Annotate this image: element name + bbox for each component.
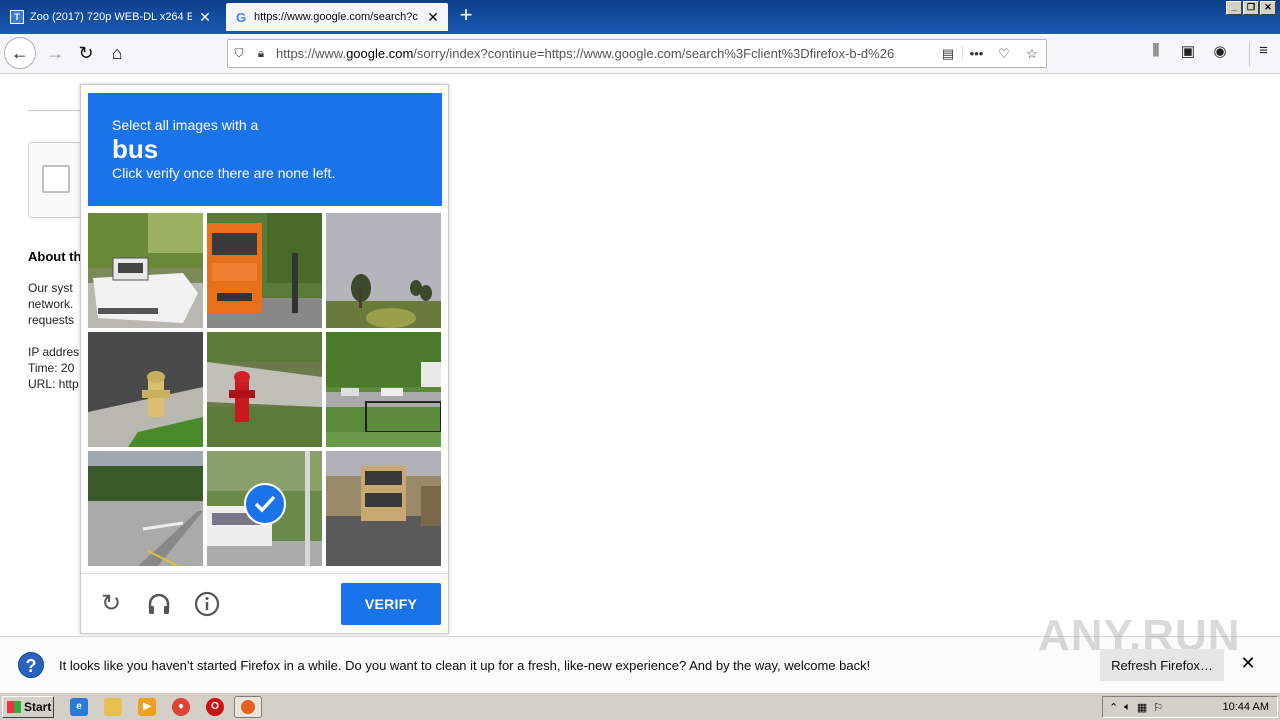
new-tab-button[interactable]: + bbox=[454, 4, 478, 28]
captcha-instructions: Select all images with a bus Click verif… bbox=[88, 93, 442, 206]
flag-icon[interactable]: ⚐ bbox=[1153, 701, 1163, 714]
body-text: requests bbox=[28, 313, 75, 327]
bookmark-star-icon[interactable]: ☆ bbox=[1018, 46, 1046, 62]
home-button[interactable]: ⌂ bbox=[102, 38, 132, 68]
start-label: Start bbox=[24, 700, 52, 714]
image-tile[interactable] bbox=[207, 332, 322, 447]
image-tile[interactable] bbox=[88, 451, 203, 566]
firefox-taskbar-button[interactable] bbox=[234, 696, 262, 718]
page-content: About th Our syst network. requests IP a… bbox=[0, 74, 1280, 636]
url-text[interactable]: https://www.google.com/sorry/index?conti… bbox=[276, 46, 934, 61]
pocket-icon[interactable]: ♡ bbox=[990, 46, 1018, 62]
recaptcha-checkbox[interactable] bbox=[42, 165, 70, 193]
body-text: Time: 20 bbox=[28, 361, 75, 375]
close-tab-icon[interactable]: ✕ bbox=[426, 9, 440, 26]
image-tile[interactable] bbox=[326, 213, 441, 328]
shield-icon[interactable]: ⛉ bbox=[228, 46, 250, 61]
window-controls: _ ❐ ✕ bbox=[1226, 1, 1276, 15]
restore-button[interactable]: ❐ bbox=[1243, 1, 1259, 15]
reload-button[interactable]: ↻ bbox=[71, 38, 101, 68]
palm-trees-image bbox=[326, 213, 441, 328]
navigation-toolbar: ← → ↻ ⌂ ⛉ 🔒︎ https://www.google.com/sorr… bbox=[0, 34, 1280, 74]
close-window-button[interactable]: ✕ bbox=[1260, 1, 1276, 15]
about-heading: About th bbox=[28, 249, 82, 264]
chrome-icon[interactable]: ● bbox=[172, 698, 190, 716]
checkmark-icon bbox=[244, 483, 286, 525]
bus-image bbox=[207, 213, 322, 328]
captcha-challenge: Select all images with a bus Click verif… bbox=[80, 84, 449, 634]
body-text: URL: http bbox=[28, 377, 79, 391]
body-text: IP addres bbox=[28, 345, 80, 359]
reader-view-icon[interactable]: ▤ bbox=[934, 46, 962, 62]
fire-hydrant-image bbox=[88, 332, 203, 447]
notification-bar: ANY.RUN ? It looks like you haven’t star… bbox=[0, 611, 1280, 692]
notification-text: It looks like you haven’t started Firefo… bbox=[59, 658, 871, 673]
tab-label: https://www.google.com/search?c bbox=[254, 11, 418, 23]
instruction-text: Select all images with a bbox=[112, 117, 259, 133]
captcha-footer: ↻ VERIFY bbox=[81, 573, 448, 634]
expand-tray-icon[interactable]: ⌃ bbox=[1109, 701, 1118, 714]
tab-label: Zoo (2017) 720p WEB-DL x264 ES bbox=[30, 11, 192, 23]
body-text: network. bbox=[28, 297, 74, 311]
address-bar[interactable]: ⛉ 🔒︎ https://www.google.com/sorry/index?… bbox=[227, 39, 1047, 68]
instruction-text: Click verify once there are none left. bbox=[112, 165, 336, 181]
question-icon: ? bbox=[18, 652, 44, 678]
refresh-firefox-button[interactable]: Refresh Firefox… bbox=[1100, 649, 1224, 681]
street-image bbox=[326, 332, 441, 447]
google-icon: G bbox=[235, 9, 247, 25]
account-icon[interactable]: ◉ bbox=[1208, 42, 1232, 66]
media-player-icon[interactable]: ▶ bbox=[138, 698, 156, 716]
tab-strip: T Zoo (2017) 720p WEB-DL x264 ES ✕ G htt… bbox=[0, 0, 1280, 34]
image-tile-selected[interactable] bbox=[207, 451, 322, 566]
divider bbox=[28, 110, 88, 111]
start-button[interactable]: Start bbox=[2, 696, 54, 718]
image-tile[interactable] bbox=[88, 332, 203, 447]
image-grid bbox=[88, 213, 442, 567]
ie-icon[interactable]: e bbox=[70, 698, 88, 716]
back-button[interactable]: ← bbox=[4, 37, 36, 69]
sidebar-icon[interactable]: ▣ bbox=[1176, 42, 1200, 66]
tab-google[interactable]: G https://www.google.com/search?c ✕ bbox=[226, 3, 448, 31]
page-actions-icon[interactable]: ••• bbox=[962, 46, 990, 61]
network-icon[interactable]: ▦ bbox=[1137, 701, 1147, 714]
image-tile[interactable] bbox=[326, 332, 441, 447]
target-object: bus bbox=[112, 134, 159, 164]
tab-zoo[interactable]: T Zoo (2017) 720p WEB-DL x264 ES ✕ bbox=[2, 3, 220, 31]
verify-button[interactable]: VERIFY bbox=[341, 583, 441, 625]
road-image bbox=[88, 451, 203, 566]
headphones-icon[interactable] bbox=[145, 590, 173, 618]
opera-icon[interactable]: O bbox=[206, 698, 224, 716]
bus-image bbox=[326, 451, 441, 566]
recaptcha-widget bbox=[28, 142, 88, 218]
close-tab-icon[interactable]: ✕ bbox=[198, 9, 212, 26]
boat-image bbox=[88, 213, 203, 328]
forward-button[interactable]: → bbox=[40, 38, 70, 68]
site-icon: T bbox=[10, 10, 24, 24]
body-text: Our syst bbox=[28, 281, 73, 295]
image-tile[interactable] bbox=[88, 213, 203, 328]
folder-icon[interactable] bbox=[104, 698, 122, 716]
system-tray: ⌃ 🔈︎ ▦ ⚐ 10:44 AM bbox=[1102, 696, 1278, 718]
windows-logo-icon bbox=[7, 701, 21, 713]
library-icon[interactable]: ⫼ bbox=[1144, 42, 1168, 66]
taskbar: Start e ▶ ● O ⌃ 🔈︎ ▦ ⚐ 10:44 AM bbox=[0, 692, 1280, 720]
lock-icon[interactable]: 🔒︎ bbox=[250, 46, 272, 61]
image-tile[interactable] bbox=[207, 213, 322, 328]
close-icon[interactable]: ✕ bbox=[1238, 653, 1258, 673]
menu-icon[interactable]: ≡ bbox=[1249, 42, 1273, 66]
info-icon[interactable] bbox=[193, 590, 221, 618]
fire-hydrant-image bbox=[207, 332, 322, 447]
reload-challenge-icon[interactable]: ↻ bbox=[97, 590, 125, 618]
clock: 10:44 AM bbox=[1222, 701, 1269, 713]
image-tile[interactable] bbox=[326, 451, 441, 566]
minimize-button[interactable]: _ bbox=[1226, 1, 1242, 15]
volume-icon[interactable]: 🔈︎ bbox=[1124, 701, 1131, 714]
